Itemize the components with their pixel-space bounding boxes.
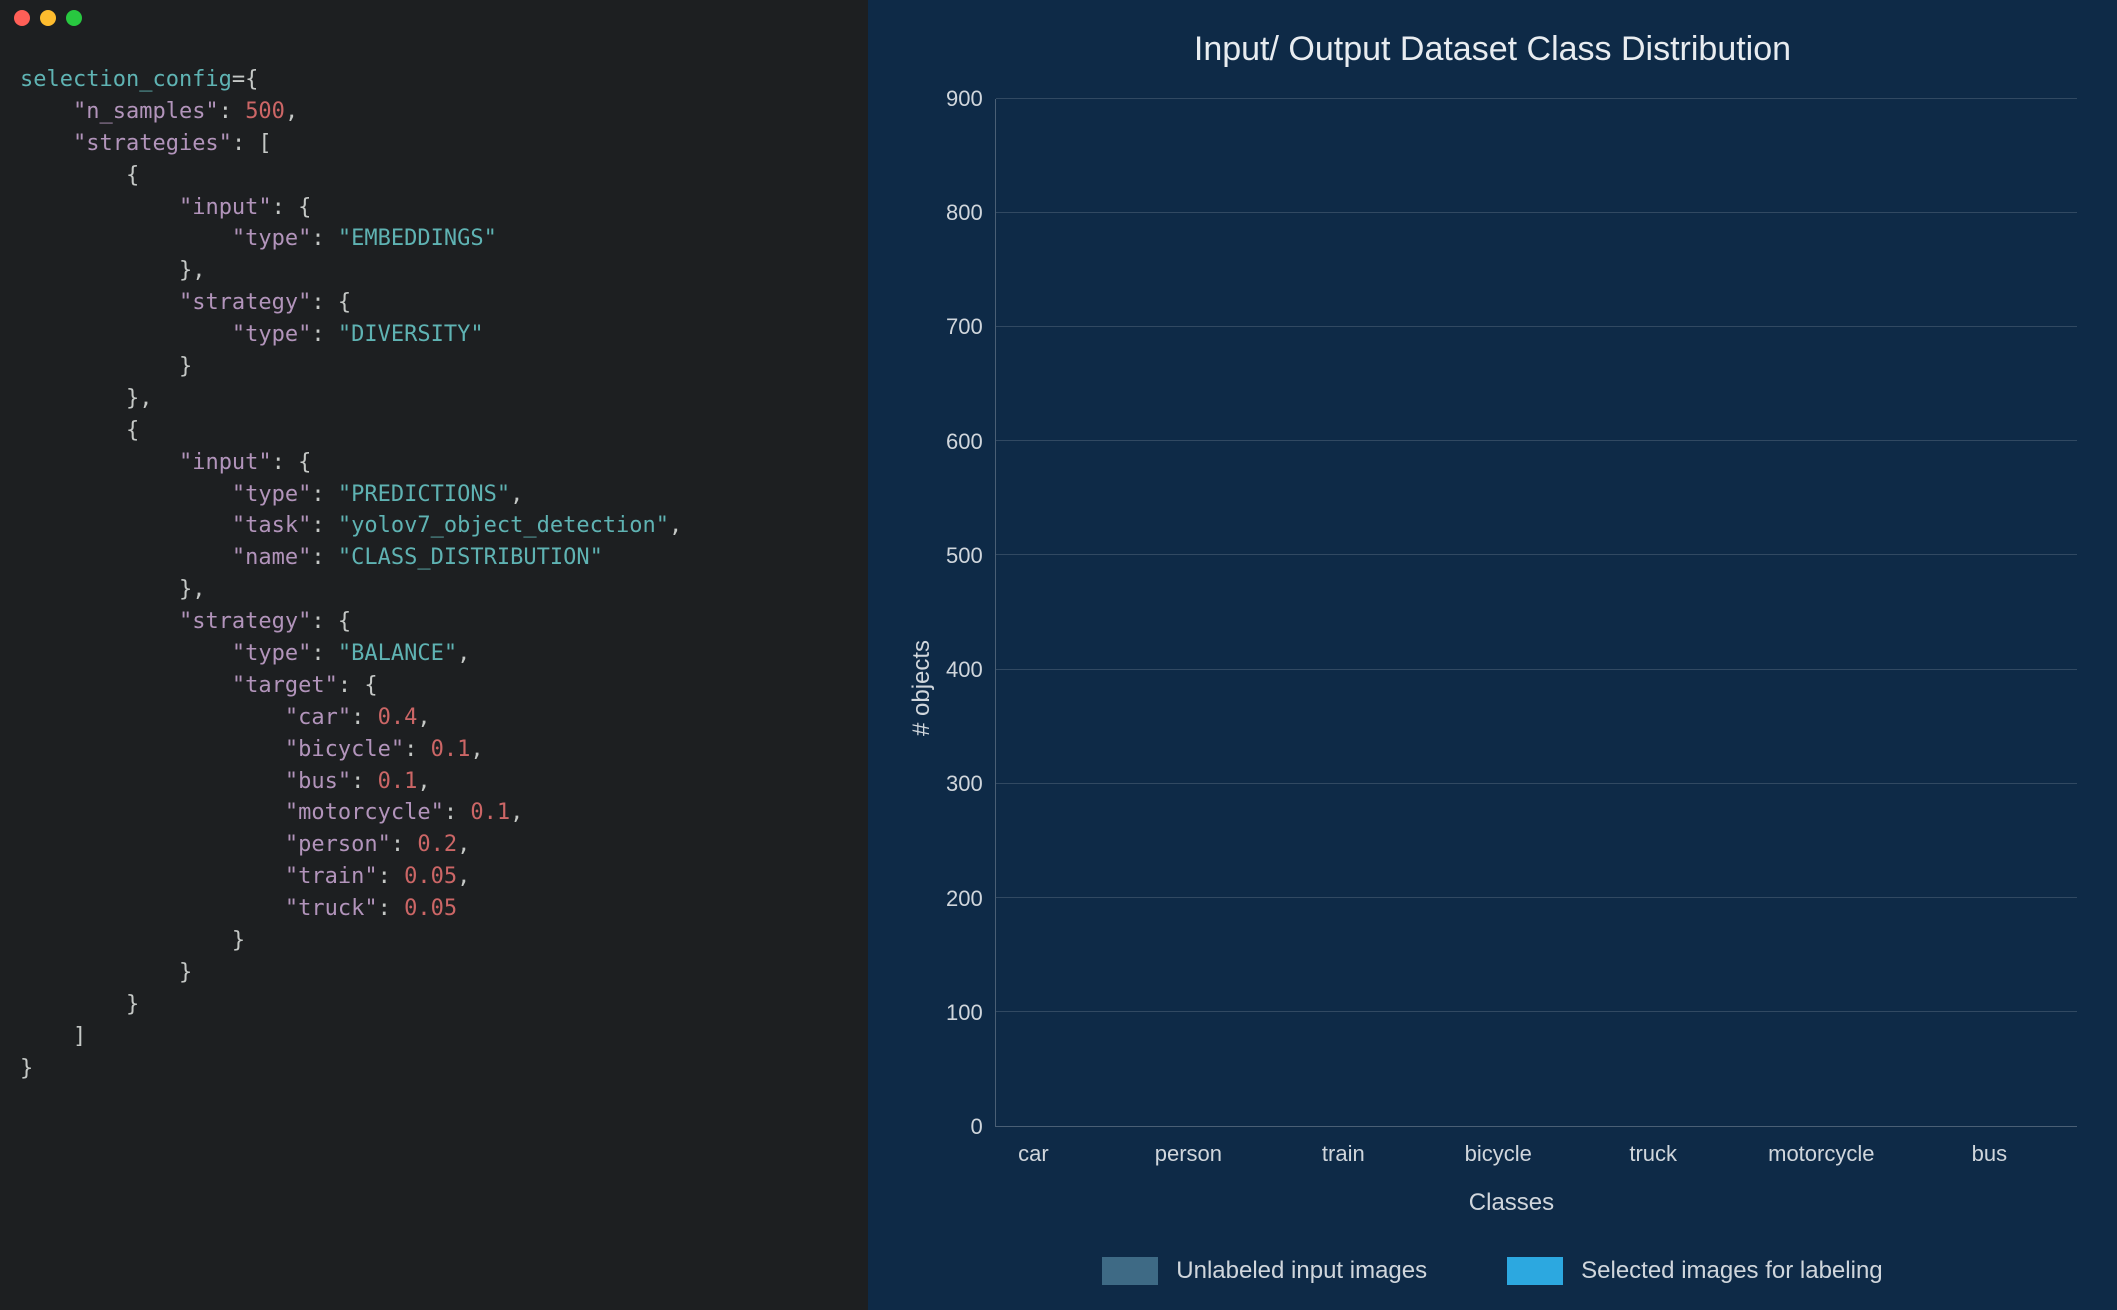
- legend: Unlabeled input images Selected images f…: [908, 1257, 2077, 1285]
- y-axis-label: # objects: [908, 99, 936, 1217]
- legend-label: Selected images for labeling: [1581, 1257, 1883, 1285]
- minimize-icon[interactable]: [40, 10, 56, 26]
- x-tick: truck: [1613, 1141, 1693, 1167]
- x-tick: train: [1303, 1141, 1383, 1167]
- maximize-icon[interactable]: [66, 10, 82, 26]
- plot-area: # objects 0100200300400500600700800900 c…: [908, 99, 2077, 1217]
- chart-title: Input/ Output Dataset Class Distribution: [908, 30, 2077, 69]
- gridline: [996, 212, 2077, 213]
- gridline: [996, 554, 2077, 555]
- legend-label: Unlabeled input images: [1176, 1257, 1427, 1285]
- x-tick: bicycle: [1458, 1141, 1538, 1167]
- code-block: selection_config={ "n_samples": 500, "st…: [0, 36, 868, 1113]
- gridline: [996, 440, 2077, 441]
- x-axis-label: Classes: [946, 1189, 2077, 1217]
- bars: [996, 99, 2077, 1126]
- legend-swatch-icon: [1507, 1257, 1563, 1285]
- x-tick: motorcycle: [1768, 1141, 1874, 1167]
- legend-swatch-icon: [1102, 1257, 1158, 1285]
- y-axis-ticks: 0100200300400500600700800900: [946, 99, 995, 1127]
- legend-item-selected: Selected images for labeling: [1507, 1257, 1883, 1285]
- gridline: [996, 669, 2077, 670]
- gridline: [996, 897, 2077, 898]
- gridline: [996, 783, 2077, 784]
- chart-panel: Input/ Output Dataset Class Distribution…: [868, 0, 2117, 1310]
- close-icon[interactable]: [14, 10, 30, 26]
- x-tick: car: [993, 1141, 1073, 1167]
- x-tick: bus: [1949, 1141, 2029, 1167]
- code-editor-panel: selection_config={ "n_samples": 500, "st…: [0, 0, 868, 1310]
- bars-area: [995, 99, 2077, 1127]
- x-axis-ticks: car person train bicycle truck motorcycle bus: [946, 1127, 2077, 1167]
- gridline: [996, 1011, 2077, 1012]
- x-tick: person: [1148, 1141, 1228, 1167]
- legend-item-unlabeled: Unlabeled input images: [1102, 1257, 1427, 1285]
- gridline: [996, 326, 2077, 327]
- gridline: [996, 98, 2077, 99]
- window-titlebar: [0, 0, 868, 36]
- code-variable: selection_config: [20, 67, 232, 92]
